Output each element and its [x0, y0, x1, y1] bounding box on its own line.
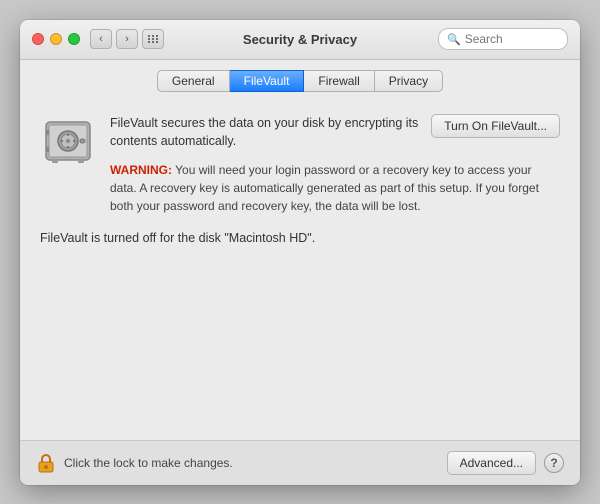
nav-buttons: ‹ ›: [90, 29, 138, 49]
bottom-bar: Click the lock to make changes. Advanced…: [20, 440, 580, 485]
warning-body: You will need your login password or a r…: [110, 163, 539, 213]
tab-general[interactable]: General: [157, 70, 230, 92]
text-block: FileVault secures the data on your disk …: [110, 114, 560, 216]
maximize-button[interactable]: [68, 33, 80, 45]
tab-privacy[interactable]: Privacy: [375, 70, 443, 92]
lock-text: Click the lock to make changes.: [64, 456, 447, 470]
search-icon: 🔍: [447, 33, 461, 46]
warning-text: WARNING: You will need your login passwo…: [110, 161, 560, 215]
forward-button[interactable]: ›: [116, 29, 138, 49]
description-text: FileVault secures the data on your disk …: [110, 114, 421, 152]
search-input[interactable]: [465, 32, 559, 46]
tabs-bar: General FileVault Firewall Privacy: [20, 60, 580, 100]
status-text: FileVault is turned off for the disk "Ma…: [40, 231, 560, 245]
tab-firewall[interactable]: Firewall: [304, 70, 374, 92]
window-title: Security & Privacy: [243, 32, 357, 47]
back-button[interactable]: ‹: [90, 29, 112, 49]
warning-label: WARNING:: [110, 163, 172, 177]
titlebar: ‹ › Security & Privacy 🔍: [20, 20, 580, 60]
traffic-lights: [32, 33, 80, 45]
turn-on-button[interactable]: Turn On FileVault...: [431, 114, 560, 138]
advanced-button[interactable]: Advanced...: [447, 451, 536, 475]
top-row: FileVault secures the data on your disk …: [110, 114, 560, 160]
help-button[interactable]: ?: [544, 453, 564, 473]
filevault-icon: [40, 114, 96, 170]
lock-icon[interactable]: [36, 453, 56, 473]
minimize-button[interactable]: [50, 33, 62, 45]
grid-view-button[interactable]: [142, 29, 164, 49]
search-box[interactable]: 🔍: [438, 28, 568, 50]
main-window: ‹ › Security & Privacy 🔍 General FileVau…: [20, 20, 580, 485]
close-button[interactable]: [32, 33, 44, 45]
tab-filevault[interactable]: FileVault: [230, 70, 305, 92]
content-area: FileVault secures the data on your disk …: [20, 100, 580, 440]
main-section: FileVault secures the data on your disk …: [40, 114, 560, 216]
